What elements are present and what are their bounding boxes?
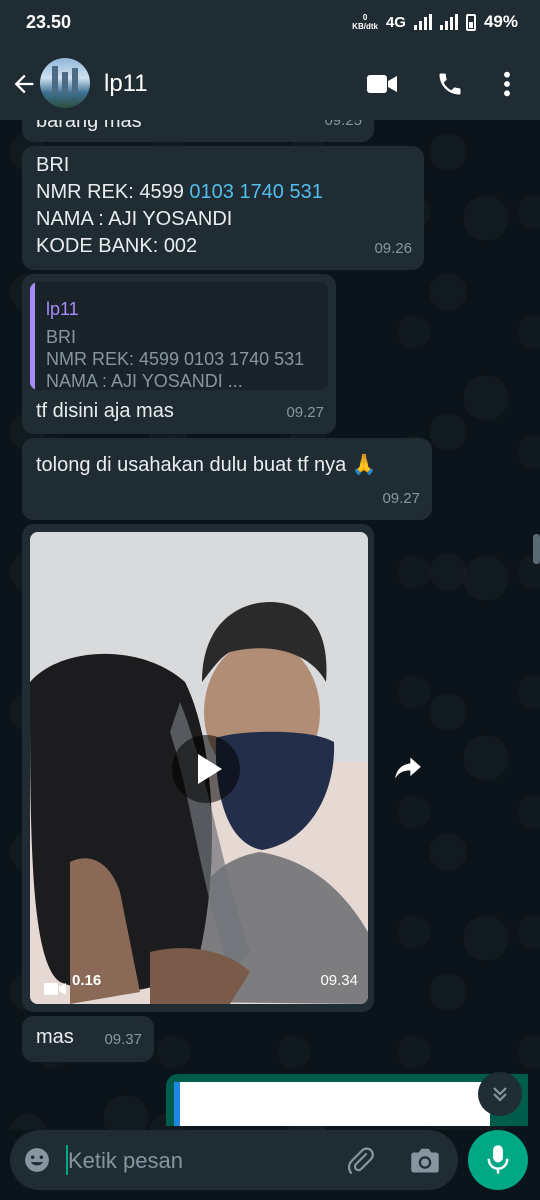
battery-icon <box>465 13 476 31</box>
message-bubble[interactable]: lp11 BRI NMR REK: 4599 0103 1740 531 NAM… <box>22 274 336 434</box>
quote-line: NAMA : AJI YOSANDI ... <box>46 371 243 390</box>
message-text-block: BRI NMR REK: 4599 0103 1740 531 NAMA : A… <box>36 152 323 260</box>
message-composer[interactable]: Ketik pesan <box>10 1130 458 1190</box>
video-call-icon[interactable] <box>366 73 398 95</box>
message-text: tolong di usahakan dulu buat tf nya 🙏 <box>36 454 377 476</box>
forward-icon[interactable] <box>394 756 422 780</box>
message-time: 09.26 <box>374 240 412 257</box>
more-options-icon[interactable] <box>500 70 514 98</box>
status-icons: 0 KB/dtk 4G 49% <box>352 12 518 32</box>
avatar-building <box>52 66 58 94</box>
battery-percent: 49% <box>483 12 518 31</box>
video-thumbnail[interactable]: 0.16 09.34 <box>30 532 368 1004</box>
message-line: NMR REK: 4599 0103 1740 531 <box>36 179 323 206</box>
chat-header: lp11 <box>0 46 540 120</box>
contact-name[interactable]: lp11 <box>104 70 148 98</box>
quote-accent-bar <box>30 282 35 390</box>
scrollbar-thumb[interactable] <box>533 534 540 564</box>
microphone-icon <box>487 1145 509 1174</box>
avatar-building <box>62 72 68 94</box>
message-time: 09.27 <box>382 490 420 507</box>
network-type: 4G <box>385 13 406 31</box>
status-time: 23.50 <box>26 12 72 32</box>
signal-icon-2 <box>439 14 458 30</box>
outgoing-message-bubble[interactable] <box>166 1074 528 1126</box>
play-button[interactable] <box>172 735 240 803</box>
account-number-link[interactable]: 0103 1740 531 <box>189 181 322 203</box>
message-line: BRI <box>36 154 70 176</box>
signal-icon <box>413 14 432 30</box>
message-bubble[interactable]: mas 09.37 <box>22 1016 154 1062</box>
data-rate: 0 KB/dtk <box>352 13 378 31</box>
status-bar: 23.50 0 KB/dtk 4G 49% <box>0 0 540 46</box>
video-duration: 0.16 <box>72 972 102 989</box>
emoji-icon[interactable] <box>24 1147 50 1173</box>
message-line-text: NMR REK: 4599 <box>36 181 190 203</box>
message-bubble[interactable]: BRI NMR REK: 4599 0103 1740 531 NAMA : A… <box>22 146 424 270</box>
redacted-content <box>174 1082 490 1126</box>
message-time: 09.34 <box>320 972 358 989</box>
quoted-message[interactable]: lp11 BRI NMR REK: 4599 0103 1740 531 NAM… <box>30 282 328 390</box>
back-arrow-icon[interactable] <box>10 70 38 98</box>
video-message[interactable]: 0.16 09.34 <box>22 524 374 1012</box>
microphone-button[interactable] <box>468 1130 528 1190</box>
message-text: mas <box>36 1026 74 1048</box>
data-rate-value: 0 <box>362 13 368 22</box>
message-line: NAMA : AJI YOSANDI <box>36 208 233 230</box>
message-time: 09.27 <box>286 404 324 421</box>
voice-call-icon[interactable] <box>436 70 464 98</box>
scroll-down-button[interactable] <box>478 1072 522 1116</box>
attach-paperclip-icon[interactable] <box>346 1146 376 1176</box>
data-rate-unit: KB/dtk <box>352 22 378 31</box>
message-text: tf disini aja mas <box>36 400 174 422</box>
quote-author: lp11 <box>46 299 79 319</box>
avatar[interactable] <box>40 58 90 108</box>
avatar-building <box>72 68 78 94</box>
message-time: 09.37 <box>104 1031 142 1048</box>
camera-icon[interactable] <box>410 1146 440 1174</box>
video-camera-icon <box>44 983 66 995</box>
message-line: KODE BANK: 002 <box>36 235 198 257</box>
message-bubble[interactable]: tolong di usahakan dulu buat tf nya 🙏 09… <box>22 438 432 520</box>
double-chevron-down-icon <box>493 1087 507 1102</box>
message-input[interactable]: Ketik pesan <box>68 1148 183 1174</box>
